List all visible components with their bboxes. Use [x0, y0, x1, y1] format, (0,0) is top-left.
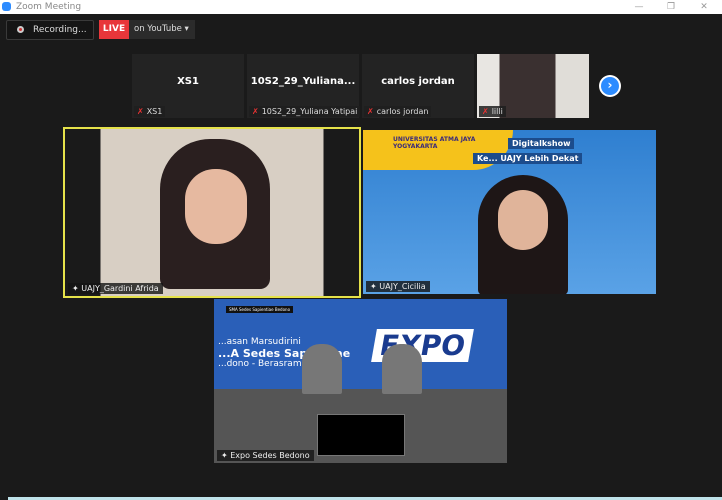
- presenter: [382, 344, 422, 394]
- minimize-button[interactable]: —: [629, 0, 649, 14]
- presenter: [302, 344, 342, 394]
- muted-mic-icon: ✗: [367, 107, 374, 116]
- show-title: Digitalkshow: [508, 138, 575, 149]
- recording-indicator[interactable]: Recording...: [6, 20, 94, 40]
- participant-label-text: UAJY_Gardini Afrida: [81, 284, 159, 293]
- participant-name: carlos jordan: [381, 76, 455, 87]
- participant-thumbnail[interactable]: XS1 ✗ XS1: [132, 54, 244, 118]
- participant-label-text: lilli: [491, 107, 503, 116]
- pin-icon: ✦: [221, 451, 231, 460]
- participant-thumbnail[interactable]: 10S2_29_Yuliana... ✗ 10S2_29_Yuliana Yati…: [247, 54, 361, 118]
- chevron-right-icon: ›: [601, 77, 619, 95]
- participant-label-text: Expo Sedes Bedono: [230, 451, 310, 460]
- restore-button[interactable]: ❐: [661, 0, 681, 14]
- show-subtitle: Ke... UAJY Lebih Dekat: [473, 153, 583, 164]
- pin-icon: ✦: [72, 284, 82, 293]
- muted-mic-icon: ✗: [252, 107, 259, 116]
- participant-label: ✗ 10S2_29_Yuliana Yatipai: [249, 106, 361, 117]
- participant-label: ✗ XS1: [134, 106, 166, 117]
- participant-thumbnail[interactable]: carlos jordan ✗ carlos jordan: [362, 54, 474, 118]
- participant-label: ✦ UAJY_Cicilia: [366, 281, 430, 292]
- participant-label-text: 10S2_29_Yuliana Yatipai: [261, 107, 358, 116]
- participant-thumbnail-video[interactable]: ✗ lilli: [477, 54, 589, 118]
- participant-label: ✦ UAJY_Gardini Afrida: [68, 283, 163, 294]
- video-tile[interactable]: UNIVERSITAS ATMA JAYA YOGYAKARTA Digital…: [363, 130, 656, 294]
- participant-name: XS1: [177, 76, 199, 87]
- live-target-dropdown[interactable]: on YouTube ▾: [129, 20, 195, 39]
- video-tile-active-speaker[interactable]: ✦ UAJY_Gardini Afrida: [63, 127, 361, 298]
- studio-screen: [317, 414, 405, 456]
- close-button[interactable]: ✕: [694, 0, 714, 14]
- participant-label-text: XS1: [146, 107, 163, 116]
- university-name: UNIVERSITAS ATMA JAYA YOGYAKARTA: [393, 136, 476, 150]
- participant-label-text: carlos jordan: [376, 107, 429, 116]
- participant-label: ✗ carlos jordan: [364, 106, 432, 117]
- window-title: Zoom Meeting: [16, 2, 82, 12]
- participant-label-text: UAJY_Cicilia: [379, 282, 426, 291]
- muted-mic-icon: ✗: [482, 107, 489, 116]
- recording-label: Recording...: [33, 25, 87, 35]
- muted-mic-icon: ✗: [137, 107, 144, 116]
- participant-name: 10S2_29_Yuliana...: [250, 76, 356, 87]
- title-bar: Zoom Meeting — ❐ ✕: [0, 0, 722, 14]
- stream-header: SMA Sedes Sapientiae Bedono: [226, 306, 294, 313]
- participant-face: [498, 190, 548, 250]
- live-badge: LIVE: [99, 20, 129, 39]
- zoom-logo-icon: [2, 2, 11, 11]
- participant-face: [185, 169, 247, 244]
- video-tile[interactable]: SMA Sedes Sapientiae Bedono ...asan Mars…: [214, 299, 507, 463]
- pin-icon: ✦: [370, 282, 380, 291]
- participant-label: ✗ lilli: [479, 106, 506, 117]
- record-icon: [17, 26, 24, 33]
- next-page-button[interactable]: ›: [599, 75, 621, 97]
- university-banner: UNIVERSITAS ATMA JAYA YOGYAKARTA: [363, 130, 513, 170]
- participant-label: ✦ Expo Sedes Bedono: [217, 450, 314, 461]
